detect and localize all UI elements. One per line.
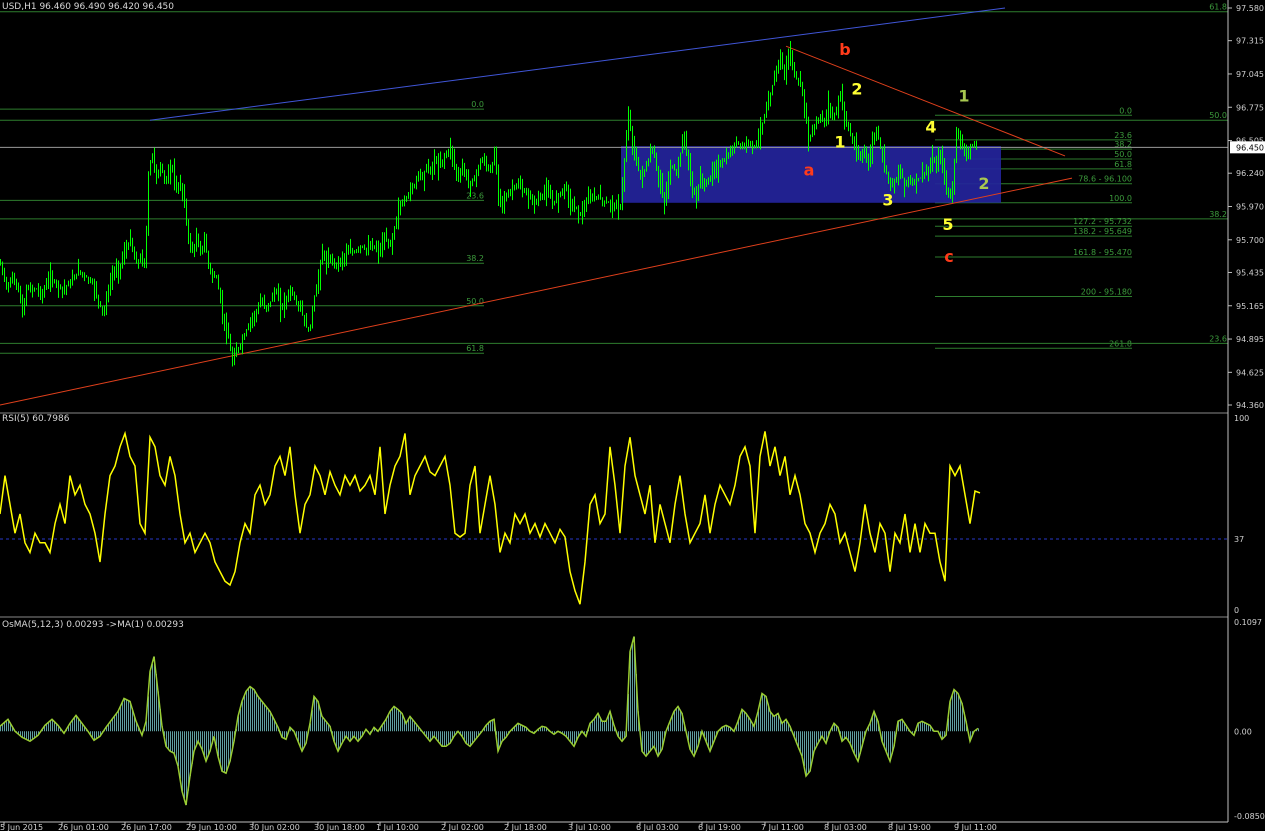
osma-label: OsMA(5,12,3) 0.00293 ->MA(1) 0.00293 <box>2 620 184 630</box>
symbol-header: USD,H1 96.460 96.490 96.420 96.450 <box>2 2 174 12</box>
time-axis-label: 6 Jul 19:00 <box>698 823 741 831</box>
fib-level-label: 61.8 <box>1114 160 1132 169</box>
price-axis-label: 94.360 <box>1236 401 1264 410</box>
price-axis-label: 95.700 <box>1236 236 1264 245</box>
time-axis-label: 9 Jul 11:00 <box>954 823 997 831</box>
wave-label: 1 <box>834 132 845 151</box>
rsi-axis-label: 0 <box>1234 606 1239 615</box>
price-axis-label: 95.435 <box>1236 268 1264 277</box>
rsi-label: RSI(5) 60.7986 <box>2 414 70 424</box>
time-axis-label: 7 Jul 11:00 <box>761 823 804 831</box>
price-axis-label: 95.970 <box>1236 203 1264 212</box>
time-axis-label: 5 Jun 2015 <box>0 823 43 831</box>
fib-level-label: 23.6 <box>466 191 484 200</box>
time-axis-label: 29 Jun 10:00 <box>186 823 237 831</box>
osma-axis-label: -0.0850 <box>1234 812 1265 821</box>
trading-chart[interactable]: 61.80.023.638.250.061.80.050.023.638.250… <box>0 0 1265 831</box>
time-axis-label: 8 Jul 03:00 <box>824 823 867 831</box>
time-axis-label: 3 Jul 10:00 <box>568 823 611 831</box>
time-axis-label: 30 Jun 18:00 <box>314 823 365 831</box>
price-axis-label: 95.165 <box>1236 302 1264 311</box>
osma-axis-label: 0.1097 <box>1234 618 1262 627</box>
osma-axis-label: 0.00 <box>1234 727 1252 736</box>
fib-level-label: 38.2 <box>466 254 484 263</box>
fib-level-label: 127.2 - 95.732 <box>1073 217 1132 226</box>
time-axis-label: 6 Jul 03:00 <box>636 823 679 831</box>
wave-label: b <box>839 40 850 59</box>
wave-label: c <box>944 247 953 266</box>
fib-level-label: 138.2 - 95.649 <box>1073 227 1132 236</box>
current-price-label: 96.450 <box>1236 143 1264 152</box>
time-axis-label: 30 Jun 02:00 <box>249 823 300 831</box>
time-axis-label: 8 Jul 19:00 <box>888 823 931 831</box>
fib-level-label: 61.8 <box>466 344 484 353</box>
time-axis-label: 2 Jul 18:00 <box>504 823 547 831</box>
fib-level-label: 50.0 <box>1209 111 1227 120</box>
price-axis-label: 94.895 <box>1236 335 1264 344</box>
wave-label: 2 <box>851 79 862 98</box>
price-axis-label: 97.580 <box>1236 4 1264 13</box>
fib-level-label: 200 - 95.180 <box>1081 288 1132 297</box>
wave-label: 3 <box>882 190 893 209</box>
time-axis-label: 26 Jun 17:00 <box>121 823 172 831</box>
time-axis-label: 26 Jun 01:00 <box>58 823 109 831</box>
wave-label: 2 <box>978 174 989 193</box>
fib-level-label: 50.0 <box>1114 150 1132 159</box>
wave-label: 1 <box>958 87 969 106</box>
price-axis-label: 94.625 <box>1236 368 1264 377</box>
fib-level-label: 23.6 <box>1209 334 1227 343</box>
price-axis-label: 96.775 <box>1236 103 1264 112</box>
fib-level-label: 38.2 <box>1209 210 1227 219</box>
price-axis-label: 96.240 <box>1236 169 1264 178</box>
time-axis-label: 2 Jul 02:00 <box>441 823 484 831</box>
rsi-axis-label: 100 <box>1234 414 1249 423</box>
wave-label: a <box>804 161 815 180</box>
price-axis-label: 97.315 <box>1236 37 1264 46</box>
fib-level-label: 0.0 <box>471 100 484 109</box>
fib-level-label: 78.6 - 96.100 <box>1078 175 1132 184</box>
fib-level-label: 161.8 - 95.470 <box>1073 248 1132 257</box>
wave-label: 5 <box>942 215 953 234</box>
fib-level-label: 23.6 <box>1114 131 1132 140</box>
wave-label: 4 <box>925 118 936 137</box>
time-axis-label: 1 Jul 10:00 <box>376 823 419 831</box>
rsi-axis-label: 37 <box>1234 535 1244 544</box>
fib-level-label: 61.8 <box>1209 3 1227 12</box>
price-axis-label: 97.045 <box>1236 70 1264 79</box>
fib-level-label: 0.0 <box>1119 106 1132 115</box>
fib-level-label: 100.0 <box>1109 194 1132 203</box>
